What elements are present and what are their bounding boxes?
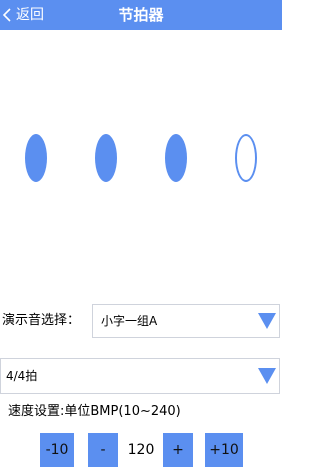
triangle-down-icon [258,368,276,384]
tempo-label: 速度设置:单位BMP(10~240) [8,404,181,419]
title-bar: 返回 节拍器 [0,0,282,30]
tempo-value: 120 [127,442,155,458]
tempo-plus-10-button[interactable]: +10 [205,433,243,467]
triangle-down-icon [258,313,276,329]
tempo-minus-10-button[interactable]: -10 [40,433,74,467]
beat-indicator-1 [25,134,47,182]
metronome-screen: 返回 节拍器 演示音选择： 小字一组A 4/4拍 速度设置:单位BMP(10~2… [0,0,282,474]
sound-select[interactable]: 小字一组A [92,304,280,338]
beat-indicator-3 [165,134,187,182]
back-button[interactable]: 返回 [0,0,44,30]
sound-select-label: 演示音选择： [2,313,81,328]
time-signature-value: 4/4拍 [6,369,38,383]
back-label: 返回 [16,7,44,23]
tempo-minus-button[interactable]: - [88,433,118,467]
tempo-plus-button[interactable]: + [163,433,193,467]
beat-indicators [0,134,282,186]
chevron-left-icon [2,8,11,22]
beat-indicator-2 [95,134,117,182]
time-signature-select[interactable]: 4/4拍 [0,358,280,394]
sound-select-value: 小字一组A [101,314,158,328]
beat-indicator-4 [235,134,257,182]
